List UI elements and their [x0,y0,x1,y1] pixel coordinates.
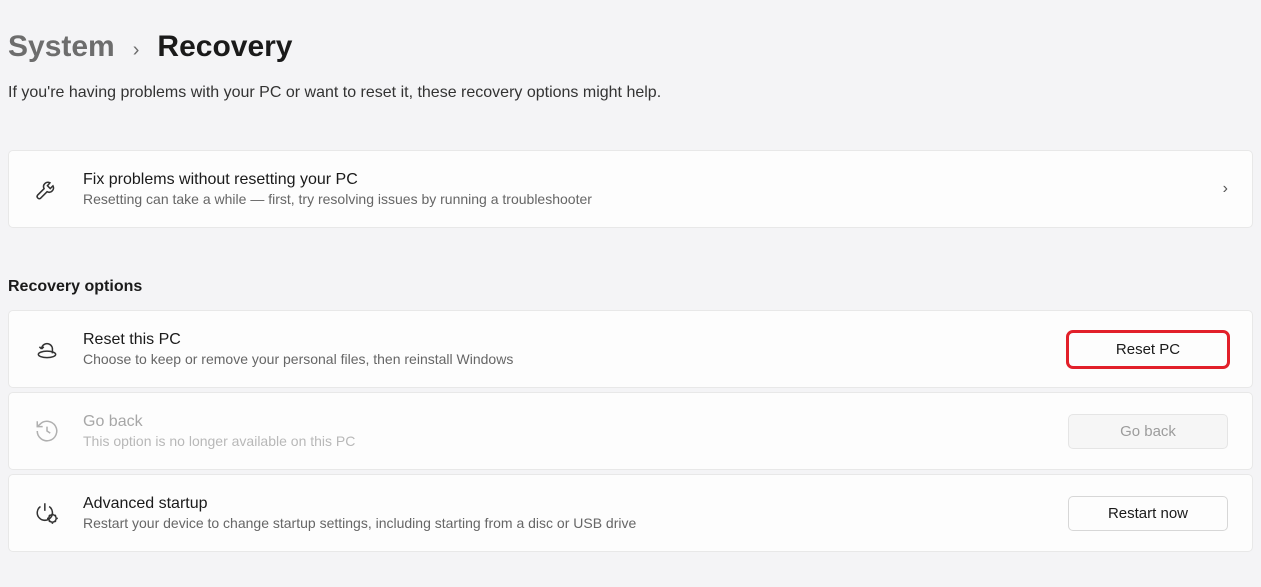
breadcrumb-current: Recovery [157,30,292,64]
chevron-right-icon: › [133,39,140,62]
breadcrumb: System › Recovery [8,30,1253,64]
go-back-card: Go back This option is no longer availab… [8,392,1253,470]
troubleshoot-title: Fix problems without resetting your PC [83,171,1207,189]
breadcrumb-parent[interactable]: System [8,30,115,64]
troubleshoot-desc: Resetting can take a while — first, try … [83,191,1207,207]
reset-desc: Choose to keep or remove your personal f… [83,351,1052,367]
reset-pc-card: Reset this PC Choose to keep or remove y… [8,310,1253,388]
wrench-icon [33,175,61,203]
go-back-button: Go back [1068,414,1228,449]
restart-now-button[interactable]: Restart now [1068,496,1228,531]
advanced-desc: Restart your device to change startup se… [83,515,1052,531]
page-subtitle: If you're having problems with your PC o… [8,84,1253,102]
go-back-desc: This option is no longer available on th… [83,433,1052,449]
history-icon [33,417,61,445]
troubleshoot-card[interactable]: Fix problems without resetting your PC R… [8,150,1253,228]
reset-icon [33,335,61,363]
chevron-right-icon: › [1223,180,1228,197]
power-gear-icon [33,499,61,527]
recovery-section-header: Recovery options [8,278,1253,296]
reset-pc-button[interactable]: Reset PC [1068,332,1228,367]
reset-title: Reset this PC [83,331,1052,349]
advanced-startup-card: Advanced startup Restart your device to … [8,474,1253,552]
go-back-title: Go back [83,413,1052,431]
advanced-title: Advanced startup [83,495,1052,513]
